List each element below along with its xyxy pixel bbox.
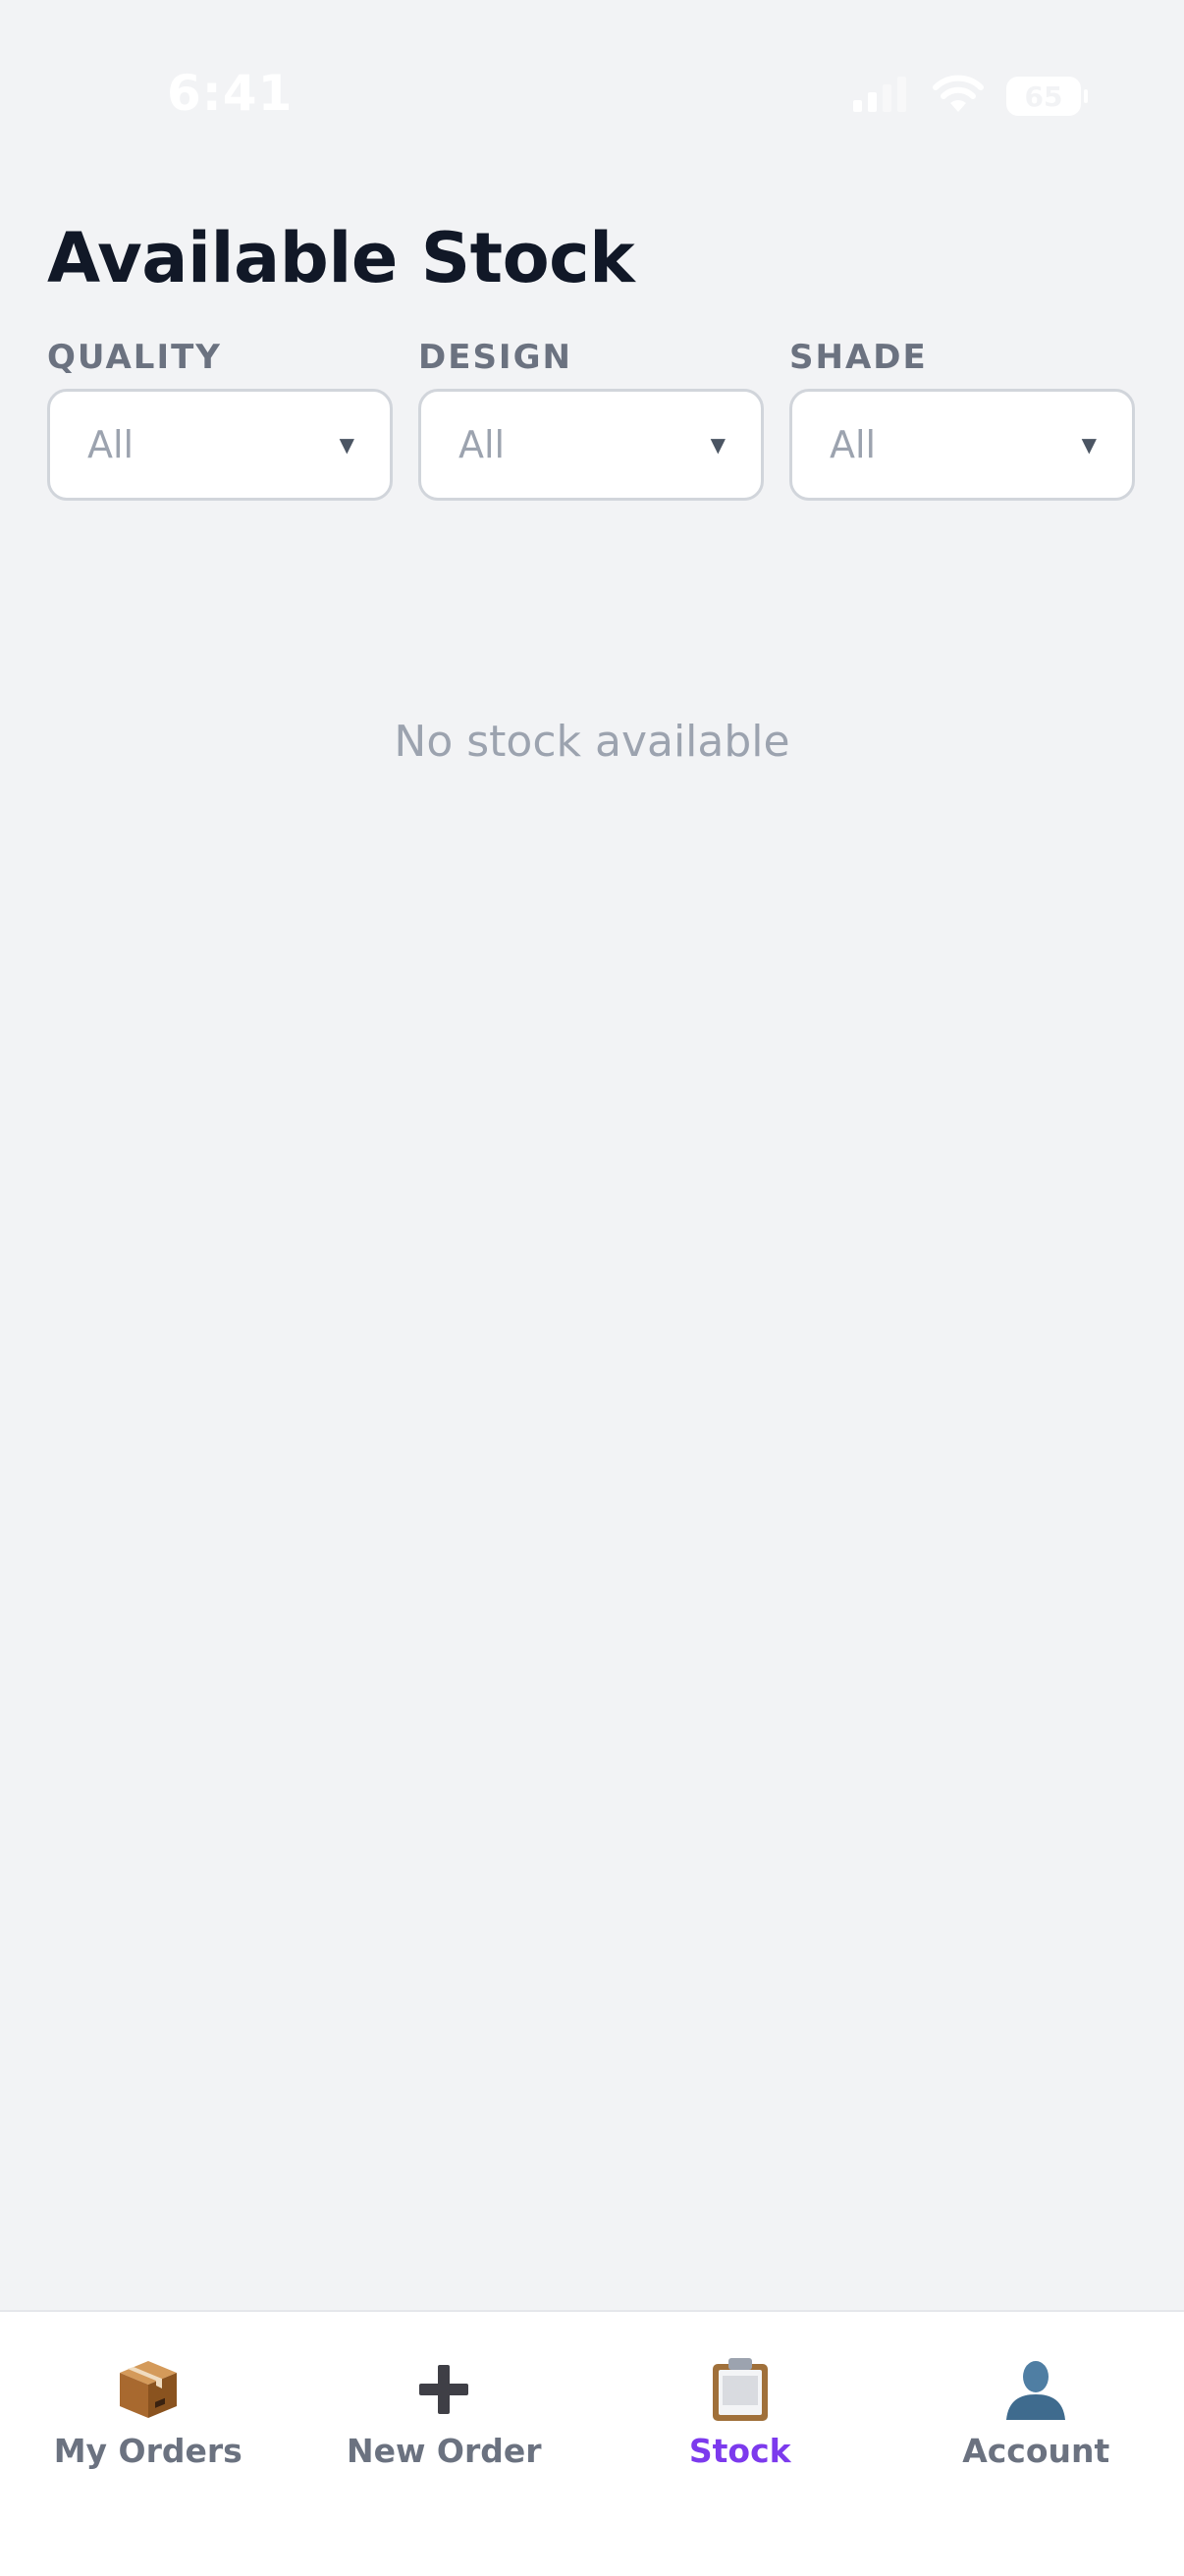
shade-select[interactable]: All ▼	[789, 389, 1135, 501]
tab-my-orders[interactable]: My Orders	[0, 2312, 296, 2576]
shade-select-value: All	[830, 423, 876, 466]
filter-quality-label: QUALITY	[47, 334, 393, 381]
bottom-tab-bar: My Orders New Order Stock	[0, 2310, 1184, 2576]
empty-state-message: No stock available	[0, 717, 1184, 767]
wifi-icon	[932, 75, 985, 118]
filter-quality: QUALITY All ▼	[47, 334, 393, 501]
status-icons: 65	[851, 75, 1081, 118]
tab-my-orders-label: My Orders	[54, 2432, 242, 2470]
quality-select[interactable]: All ▼	[47, 389, 393, 501]
caret-down-icon: ▼	[340, 433, 354, 456]
filter-shade: SHADE All ▼	[789, 334, 1135, 501]
battery-level: 65	[1025, 80, 1063, 113]
design-select[interactable]: All ▼	[418, 389, 764, 501]
caret-down-icon: ▼	[1082, 433, 1097, 456]
page-title: Available Stock	[47, 218, 634, 298]
quality-select-value: All	[87, 423, 134, 466]
caret-down-icon: ▼	[711, 433, 726, 456]
user-silhouette-icon	[1001, 2355, 1070, 2424]
tab-new-order[interactable]: New Order	[296, 2312, 593, 2576]
clipboard-icon	[706, 2355, 775, 2424]
battery-icon: 65	[1006, 77, 1081, 116]
tab-stock-label: Stock	[689, 2432, 791, 2470]
tab-stock[interactable]: Stock	[592, 2312, 888, 2576]
plus-icon	[409, 2355, 478, 2424]
design-select-value: All	[458, 423, 505, 466]
tab-new-order-label: New Order	[347, 2432, 542, 2470]
package-icon	[114, 2355, 183, 2424]
filter-shade-label: SHADE	[789, 334, 1135, 381]
status-bar: 6:41 65	[0, 0, 1184, 196]
filter-design-label: DESIGN	[418, 334, 764, 381]
cellular-signal-icon	[851, 77, 910, 116]
tab-account[interactable]: Account	[888, 2312, 1184, 2576]
filter-design: DESIGN All ▼	[418, 334, 764, 501]
tab-account-label: Account	[962, 2432, 1109, 2470]
filter-row: QUALITY All ▼ DESIGN All ▼ SHADE All ▼	[47, 334, 1137, 501]
status-time: 6:41	[167, 65, 293, 122]
